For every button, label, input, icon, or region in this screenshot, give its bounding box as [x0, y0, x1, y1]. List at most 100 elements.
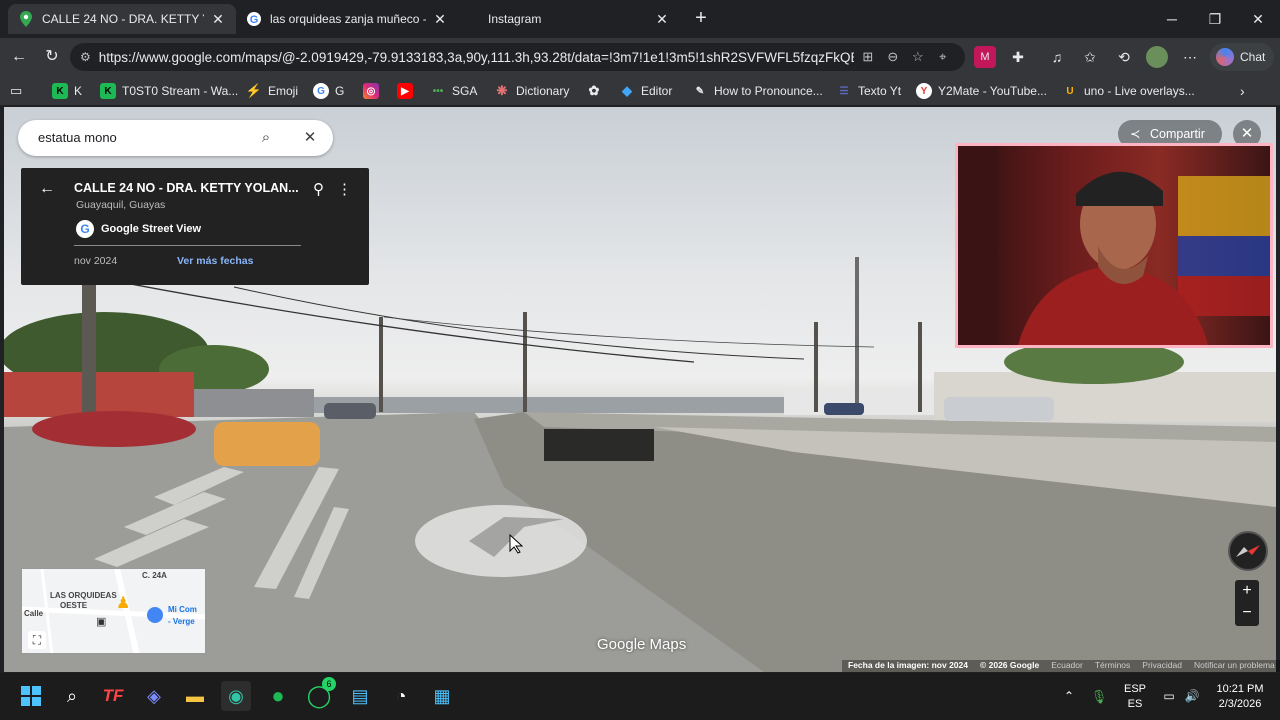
search-icon[interactable]: ⌕ — [57, 681, 87, 711]
calculator-icon[interactable]: ▦ — [427, 681, 457, 711]
google-maps-icon — [18, 11, 34, 27]
bookmark-sga[interactable]: ••• SGA — [430, 81, 478, 101]
close-icon[interactable]: ✕ — [210, 11, 226, 28]
bookmark-dictionary[interactable]: ❋ Dictionary — [494, 81, 570, 101]
clock[interactable]: 10:21 PM 2/3/2026 — [1210, 673, 1270, 720]
close-icon[interactable]: ✕ — [432, 11, 448, 28]
google-icon: G — [313, 83, 329, 99]
favorites-icon[interactable]: ✩ — [1079, 46, 1101, 68]
street-view-source: G Google Street View — [76, 220, 201, 238]
url-text: https://www.google.com/maps/@-2.0919429,… — [98, 49, 854, 65]
tab-instagram[interactable]: Instagram ✕ — [478, 4, 680, 34]
maps-search-box[interactable]: estatua mono ⌕ ✕ — [18, 120, 333, 156]
language-indicator[interactable]: ESP ES — [1120, 673, 1150, 720]
sga-icon: ••• — [432, 85, 444, 97]
back-arrow-icon[interactable]: ← — [39, 180, 55, 198]
site-info-icon[interactable]: ⚙ — [80, 50, 91, 64]
tray-chevron-icon[interactable]: ⌃ — [1060, 673, 1078, 720]
uno-icon: U — [1066, 85, 1074, 97]
network-icon[interactable]: ▭ — [1160, 673, 1178, 720]
compass-icon — [1236, 545, 1260, 557]
obs-icon[interactable]: ◔ — [386, 681, 416, 711]
back-button[interactable]: ← — [8, 46, 30, 68]
bookmark-chatgpt[interactable]: ✿ — [586, 81, 608, 101]
search-input[interactable]: estatua mono — [38, 130, 117, 145]
privacy-link[interactable]: Privacidad — [1142, 660, 1182, 672]
zoom-icon[interactable]: ⊖ — [882, 46, 904, 68]
bolt-icon: ⚡ — [245, 83, 263, 98]
file-explorer-icon[interactable]: ▬ — [180, 681, 210, 711]
image-date: Fecha de la imagen: nov 2024 — [848, 660, 968, 670]
expand-icon[interactable]: ⛶ — [28, 631, 46, 649]
mini-map[interactable]: LAS ORQUIDEAS OESTE Mi Com - Verge C. 24… — [21, 568, 206, 654]
pegman-icon[interactable]: ♟ — [116, 593, 130, 613]
compass-button[interactable] — [1228, 531, 1268, 571]
tf-app-icon[interactable]: TF — [98, 681, 128, 711]
bookmark-g[interactable]: GG — [313, 81, 344, 101]
whatsapp-icon[interactable]: ◯ 6 — [304, 677, 336, 711]
bookmark-emoji[interactable]: ⚡ Emoji — [246, 81, 298, 101]
bookmark-texto-yt[interactable]: ☰ Texto Yt — [836, 81, 902, 101]
kick-icon: K — [52, 83, 68, 99]
tab-google-maps[interactable]: CALLE 24 NO - DRA. KETTY YOLAND ✕ — [8, 4, 236, 34]
more-options-icon[interactable]: ⋮ — [337, 180, 352, 198]
media-icon[interactable]: ♫ — [1046, 46, 1068, 68]
copilot-chat-button[interactable]: Chat — [1210, 43, 1274, 71]
location-icon[interactable]: ⌖ — [932, 46, 954, 68]
new-tab-button[interactable]: + — [690, 7, 712, 29]
bookmark-editor[interactable]: ◆ Editor — [619, 81, 672, 101]
extensions-puzzle-icon[interactable]: ✚ — [1007, 46, 1029, 68]
bookmarks-menu-icon[interactable]: ▭ — [10, 81, 22, 101]
bookmark-k[interactable]: KK — [52, 81, 82, 101]
browser-toolbar: ← ↻ ⚙ https://www.google.com/maps/@-2.09… — [0, 38, 1280, 76]
star-icon[interactable]: ☆ — [907, 46, 929, 68]
bookmark-tosto[interactable]: K T0ST0 Stream - Wa... — [100, 81, 238, 101]
restore-button[interactable]: ❐ — [1193, 0, 1237, 38]
zoom-out-button[interactable]: − — [1235, 602, 1259, 624]
notepad-icon[interactable]: ▤ — [345, 681, 375, 711]
google-icon: G — [76, 220, 94, 238]
report-problem-link[interactable]: Notificar un problema — [1194, 660, 1275, 672]
address-bar[interactable]: ⚙ https://www.google.com/maps/@-2.091942… — [70, 43, 965, 71]
maps-footer: Fecha de la imagen: nov 2024 © 2026 Goog… — [842, 660, 1280, 672]
extension-red-icon[interactable]: M — [974, 46, 996, 68]
place-title: CALLE 24 NO - DRA. KETTY YOLAN... — [74, 181, 299, 195]
tab-google-search[interactable]: G las orquideas zanja muñeco - Busc ✕ — [236, 4, 458, 34]
start-button[interactable] — [16, 681, 46, 711]
bookmark-youtube[interactable]: ▶ — [397, 81, 419, 101]
bookmark-instagram[interactable]: ◎ — [363, 81, 385, 101]
time: 10:21 PM — [1216, 682, 1264, 695]
close-window-button[interactable]: ✕ — [1236, 0, 1280, 38]
windows-icon — [21, 686, 41, 706]
region-link[interactable]: Ecuador — [1051, 660, 1083, 672]
menu-dots-icon[interactable]: ⋯ — [1179, 46, 1201, 68]
bookmark-y2mate[interactable]: Y Y2Mate - YouTube... — [916, 81, 1047, 101]
app-diamond-icon[interactable]: ◈ — [139, 681, 169, 711]
date: 2/3/2026 — [1218, 697, 1262, 710]
profile-avatar[interactable] — [1146, 46, 1168, 68]
location-pin-icon[interactable]: ⚲ — [313, 180, 324, 198]
close-icon[interactable]: ✕ — [654, 11, 670, 28]
zoom-in-button[interactable]: + — [1235, 580, 1259, 602]
bookmarks-more-icon[interactable]: › — [1240, 81, 1245, 101]
terms-link[interactable]: Términos — [1095, 660, 1130, 672]
bookmark-uno[interactable]: Uuno - Live overlays... — [1062, 81, 1194, 101]
chatgpt-icon: ✿ — [588, 83, 600, 98]
text-icon: ☰ — [839, 85, 849, 97]
spotify-icon[interactable]: ● — [263, 681, 293, 711]
bookmark-how-to-pronounce[interactable]: ✎ How to Pronounce... — [692, 81, 823, 101]
search-icon[interactable]: ⌕ — [256, 128, 276, 148]
copyright: © 2026 Google — [980, 660, 1040, 670]
tab-title: las orquideas zanja muñeco - Busc — [270, 12, 426, 26]
close-icon[interactable]: ✕ — [300, 128, 320, 148]
google-maps-watermark: Google Maps — [597, 636, 687, 653]
microphone-icon[interactable]: 🎙 — [1090, 673, 1108, 720]
history-icon[interactable]: ⟲ — [1113, 46, 1135, 68]
edge-browser-icon[interactable]: ◉ — [221, 681, 251, 711]
reload-button[interactable]: ↻ — [41, 46, 63, 68]
editor-icon: ◆ — [622, 83, 632, 98]
apps-icon[interactable]: ⊞ — [857, 46, 879, 68]
see-more-dates-link[interactable]: Ver más fechas — [177, 255, 253, 267]
minimize-button[interactable]: ─ — [1150, 0, 1194, 38]
volume-icon[interactable]: 🔊 — [1183, 673, 1201, 720]
